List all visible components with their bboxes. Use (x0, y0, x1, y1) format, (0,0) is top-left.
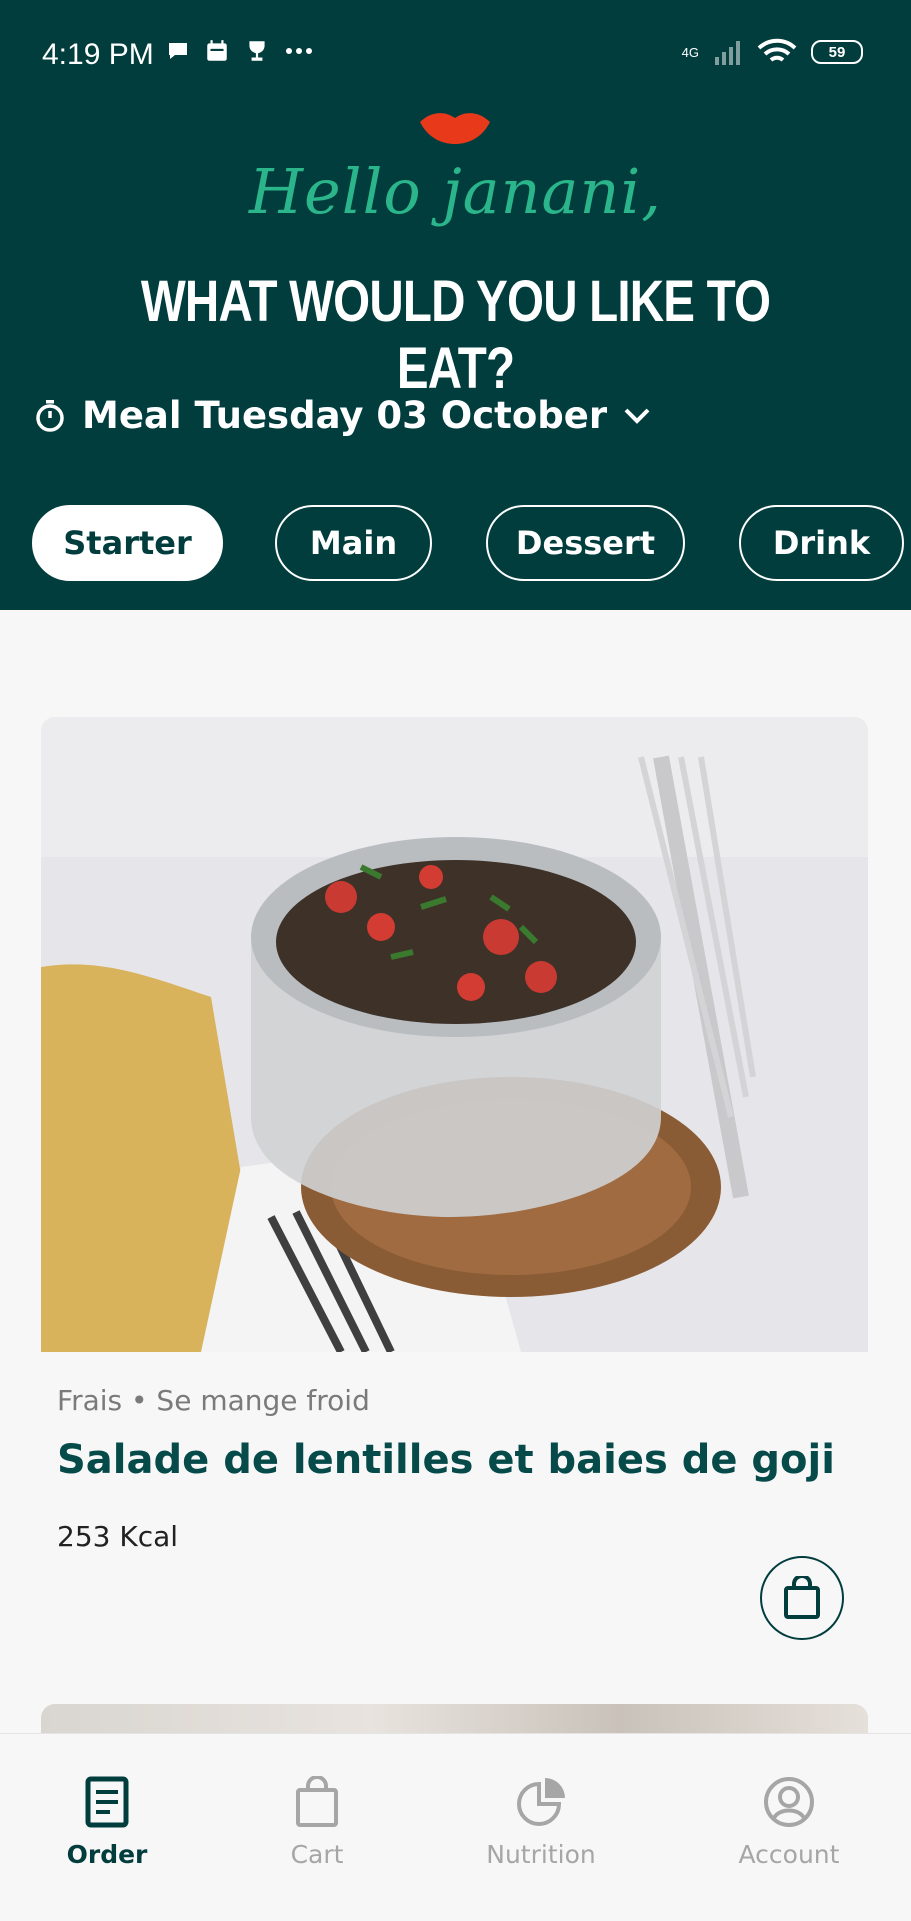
product-tags: Frais • Se mange froid (57, 1384, 370, 1417)
meal-date-dropdown[interactable]: Meal Tuesday 03 October (34, 394, 651, 437)
bottom-nav: Order Cart Nutrition Account (0, 1733, 911, 1921)
order-icon (85, 1776, 129, 1828)
chevron-down-icon (624, 408, 650, 424)
page-title: WHAT WOULD YOU LIKE TO EAT? (140, 269, 771, 401)
tab-label: Dessert (515, 524, 656, 562)
tab-drink[interactable]: Drink (739, 505, 904, 581)
signal-icon (715, 41, 740, 65)
nav-label: Order (66, 1840, 148, 1869)
timer-icon (36, 399, 64, 432)
battery-level: 59 (828, 43, 846, 61)
tab-label: Drink (772, 524, 871, 562)
wifi-icon (757, 38, 797, 62)
add-to-cart-button[interactable] (760, 1556, 844, 1640)
nav-label: Cart (290, 1840, 344, 1869)
network-type: 4G (681, 44, 699, 60)
system-icons: 4G 59 (682, 38, 863, 66)
more-dots-icon (286, 48, 312, 54)
account-icon (764, 1777, 814, 1827)
nav-label: Nutrition (486, 1840, 596, 1869)
product-calories: 253 Kcal (57, 1520, 179, 1553)
product-image[interactable] (41, 717, 868, 1352)
tab-starter[interactable]: Starter (32, 505, 223, 581)
notification-icons (166, 38, 314, 64)
nav-order[interactable]: Order (7, 1776, 207, 1869)
header: 4:19 PM 4G 59 Hello janani, WHAT WOULD Y… (0, 0, 911, 610)
tab-label: Starter (63, 524, 192, 562)
chat-bubble-icon (169, 43, 187, 59)
pie-chart-icon (517, 1778, 565, 1826)
trophy-icon (249, 41, 265, 61)
nav-account[interactable]: Account (689, 1776, 889, 1869)
tab-label: Main (309, 524, 398, 562)
tab-main[interactable]: Main (275, 505, 432, 581)
lips-logo-icon (420, 113, 490, 144)
status-time: 4:19 PM (42, 38, 154, 71)
bag-icon (784, 1576, 820, 1619)
meal-date-label: Meal Tuesday 03 October (82, 394, 608, 437)
bag-icon (296, 1776, 338, 1827)
tab-dessert[interactable]: Dessert (486, 505, 685, 581)
battery-icon: 59 (811, 40, 863, 64)
status-bar: 4:19 PM 4G 59 (0, 0, 911, 110)
calendar-icon (207, 40, 227, 61)
nav-cart[interactable]: Cart (217, 1776, 417, 1869)
greeting: Hello janani, (248, 155, 662, 228)
nav-label: Account (738, 1840, 840, 1869)
product-title[interactable]: Salade de lentilles et baies de goji (57, 1437, 835, 1483)
nav-nutrition[interactable]: Nutrition (441, 1776, 641, 1869)
